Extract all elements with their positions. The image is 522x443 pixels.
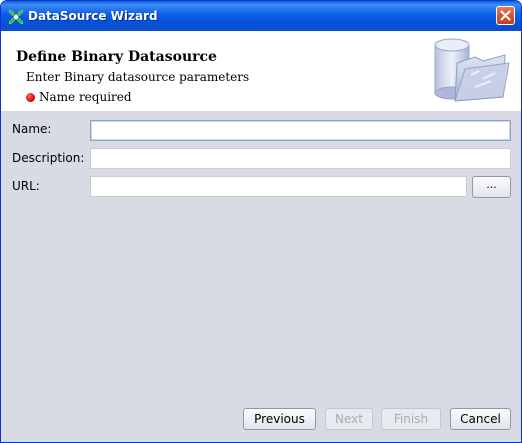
name-field[interactable] (90, 120, 511, 141)
page-subtitle: Enter Binary datasource parameters (26, 70, 250, 84)
close-button[interactable] (496, 6, 515, 25)
name-label: Name: (12, 122, 52, 136)
finish-button[interactable]: Finish (381, 408, 441, 430)
cancel-button[interactable]: Cancel (450, 408, 511, 430)
wizard-header: Define Binary Datasource Enter Binary da… (1, 31, 521, 111)
description-field[interactable] (90, 148, 511, 169)
window-title: DataSource Wizard (28, 9, 158, 23)
datasource-wizard-window: DataSource Wizard Define Binary Datasour… (0, 0, 522, 443)
url-field[interactable] (90, 176, 467, 197)
previous-button[interactable]: Previous (243, 408, 316, 430)
wizard-app-icon (8, 9, 24, 25)
title-bar[interactable]: DataSource Wizard (1, 1, 521, 31)
validation-message-text: Name required (39, 90, 132, 104)
error-dot-icon (26, 93, 35, 102)
validation-message: Name required (26, 90, 132, 104)
datasource-folder-icon (431, 35, 511, 111)
url-label: URL: (12, 179, 40, 193)
browse-button[interactable]: ... (472, 176, 511, 198)
description-label: Description: (12, 151, 85, 165)
next-button[interactable]: Next (325, 408, 373, 430)
page-title: Define Binary Datasource (16, 49, 217, 65)
